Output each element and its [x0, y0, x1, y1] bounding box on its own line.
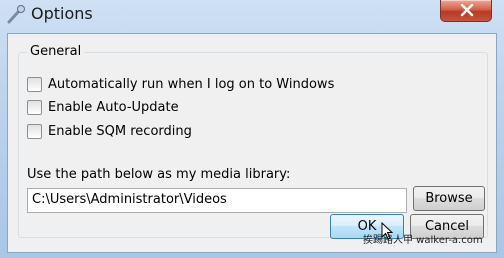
auto-update-label: Enable Auto-Update [48, 99, 179, 115]
auto-run-option[interactable]: Automatically run when I log on to Windo… [27, 75, 334, 93]
auto-run-checkbox[interactable] [27, 76, 42, 92]
title-bar[interactable]: Options [0, 0, 504, 32]
auto-update-checkbox[interactable] [27, 99, 42, 115]
window-title: Options [31, 4, 93, 23]
sqm-label: Enable SQM recording [48, 123, 192, 139]
close-button[interactable] [440, 0, 492, 22]
sqm-checkbox[interactable] [27, 123, 42, 139]
dialog-client-area: General Automatically run when I log on … [7, 33, 497, 253]
sqm-option[interactable]: Enable SQM recording [27, 122, 192, 140]
media-path-input[interactable]: C:\Users\Administrator\Videos [27, 188, 407, 213]
auto-run-label: Automatically run when I log on to Windo… [48, 76, 335, 92]
browse-button[interactable]: Browse [413, 186, 485, 211]
group-title: General [27, 44, 85, 59]
auto-update-option[interactable]: Enable Auto-Update [27, 98, 179, 116]
watermark-text: 挨踢路人甲 walker-a.com [363, 235, 483, 246]
close-icon [460, 4, 474, 17]
general-groupbox: General Automatically run when I log on … [18, 44, 488, 238]
wrench-icon [7, 5, 25, 24]
media-path-label: Use the path below as my media library: [27, 167, 291, 182]
